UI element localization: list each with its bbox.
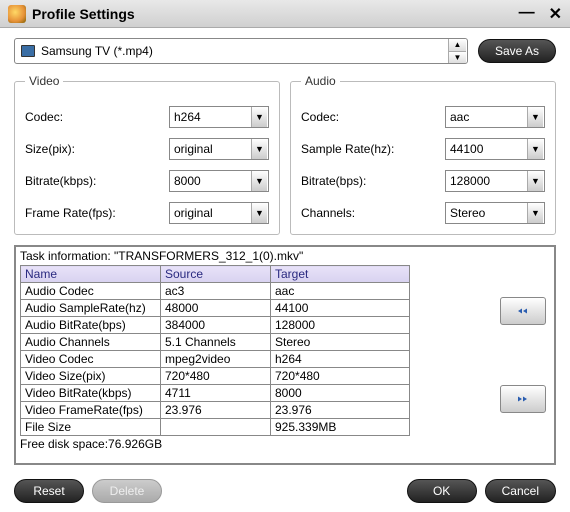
prev-button[interactable]	[500, 297, 546, 325]
table-row: Audio SampleRate(hz)4800044100	[21, 300, 410, 317]
video-group: Video Codec:h264▼ Size(pix):original▼ Bi…	[14, 74, 280, 235]
profile-spinner[interactable]: ▲▼	[448, 39, 466, 63]
table-cell: 23.976	[271, 402, 410, 419]
audio-ch-select[interactable]: Stereo▼	[445, 202, 545, 224]
table-cell: 720*480	[161, 368, 271, 385]
save-as-button[interactable]: Save As	[478, 39, 556, 63]
close-button[interactable]: ✕	[549, 4, 562, 24]
table-cell: 128000	[271, 317, 410, 334]
titlebar: Profile Settings — ✕	[0, 0, 570, 28]
task-table: Name Source Target Audio Codecac3aacAudi…	[20, 265, 410, 436]
col-target: Target	[271, 266, 410, 283]
profile-select[interactable]: Samsung TV (*.mp4) ▲▼	[14, 38, 468, 64]
table-cell: 384000	[161, 317, 271, 334]
table-cell: 48000	[161, 300, 271, 317]
tv-icon	[21, 45, 35, 57]
table-cell: ac3	[161, 283, 271, 300]
video-fps-label: Frame Rate(fps):	[25, 206, 169, 220]
table-cell: Video FrameRate(fps)	[21, 402, 161, 419]
next-button[interactable]	[500, 385, 546, 413]
table-cell: Stereo	[271, 334, 410, 351]
reset-button[interactable]: Reset	[14, 479, 84, 503]
audio-legend: Audio	[301, 74, 340, 88]
col-source: Source	[161, 266, 271, 283]
col-name: Name	[21, 266, 161, 283]
audio-ch-label: Channels:	[301, 206, 445, 220]
audio-bitrate-label: Bitrate(bps):	[301, 174, 445, 188]
audio-group: Audio Codec:aac▼ Sample Rate(hz):44100▼ …	[290, 74, 556, 235]
audio-sr-select[interactable]: 44100▼	[445, 138, 545, 160]
task-header: Task information: "TRANSFORMERS_312_1(0)…	[20, 249, 550, 263]
table-cell: Audio SampleRate(hz)	[21, 300, 161, 317]
table-cell: mpeg2video	[161, 351, 271, 368]
table-cell: 44100	[271, 300, 410, 317]
table-row: Video FrameRate(fps)23.97623.976	[21, 402, 410, 419]
table-row: Audio BitRate(bps)384000128000	[21, 317, 410, 334]
profile-name: Samsung TV (*.mp4)	[41, 44, 448, 58]
video-size-select[interactable]: original▼	[169, 138, 269, 160]
minimize-button[interactable]: —	[519, 4, 535, 24]
audio-sr-label: Sample Rate(hz):	[301, 142, 445, 156]
delete-button[interactable]: Delete	[92, 479, 162, 503]
table-cell: Audio Channels	[21, 334, 161, 351]
table-cell: Audio BitRate(bps)	[21, 317, 161, 334]
table-cell: 4711	[161, 385, 271, 402]
free-disk-label: Free disk space:76.926GB	[20, 437, 550, 451]
video-bitrate-label: Bitrate(kbps):	[25, 174, 169, 188]
table-cell: File Size	[21, 419, 161, 436]
table-row: File Size 925.339MB	[21, 419, 410, 436]
table-cell: 720*480	[271, 368, 410, 385]
table-row: Video BitRate(kbps)47118000	[21, 385, 410, 402]
table-cell: 23.976	[161, 402, 271, 419]
task-info-box: Task information: "TRANSFORMERS_312_1(0)…	[14, 245, 556, 465]
table-cell: 8000	[271, 385, 410, 402]
table-row: Audio Channels5.1 ChannelsStereo	[21, 334, 410, 351]
table-cell: Video Size(pix)	[21, 368, 161, 385]
table-cell: 925.339MB	[271, 419, 410, 436]
audio-codec-label: Codec:	[301, 110, 445, 124]
table-cell: Video Codec	[21, 351, 161, 368]
app-icon	[8, 5, 26, 23]
table-row: Audio Codecac3aac	[21, 283, 410, 300]
table-row: Video Size(pix)720*480720*480	[21, 368, 410, 385]
ok-button[interactable]: OK	[407, 479, 477, 503]
audio-codec-select[interactable]: aac▼	[445, 106, 545, 128]
table-cell: Video BitRate(kbps)	[21, 385, 161, 402]
video-codec-select[interactable]: h264▼	[169, 106, 269, 128]
table-cell: Audio Codec	[21, 283, 161, 300]
video-legend: Video	[25, 74, 63, 88]
table-cell: h264	[271, 351, 410, 368]
table-cell: aac	[271, 283, 410, 300]
video-codec-label: Codec:	[25, 110, 169, 124]
table-cell: 5.1 Channels	[161, 334, 271, 351]
audio-bitrate-select[interactable]: 128000▼	[445, 170, 545, 192]
video-size-label: Size(pix):	[25, 142, 169, 156]
video-fps-select[interactable]: original▼	[169, 202, 269, 224]
cancel-button[interactable]: Cancel	[485, 479, 556, 503]
table-cell	[161, 419, 271, 436]
window-title: Profile Settings	[32, 6, 519, 22]
video-bitrate-select[interactable]: 8000▼	[169, 170, 269, 192]
button-bar: Reset Delete OK Cancel	[0, 471, 570, 511]
table-row: Video Codecmpeg2videoh264	[21, 351, 410, 368]
